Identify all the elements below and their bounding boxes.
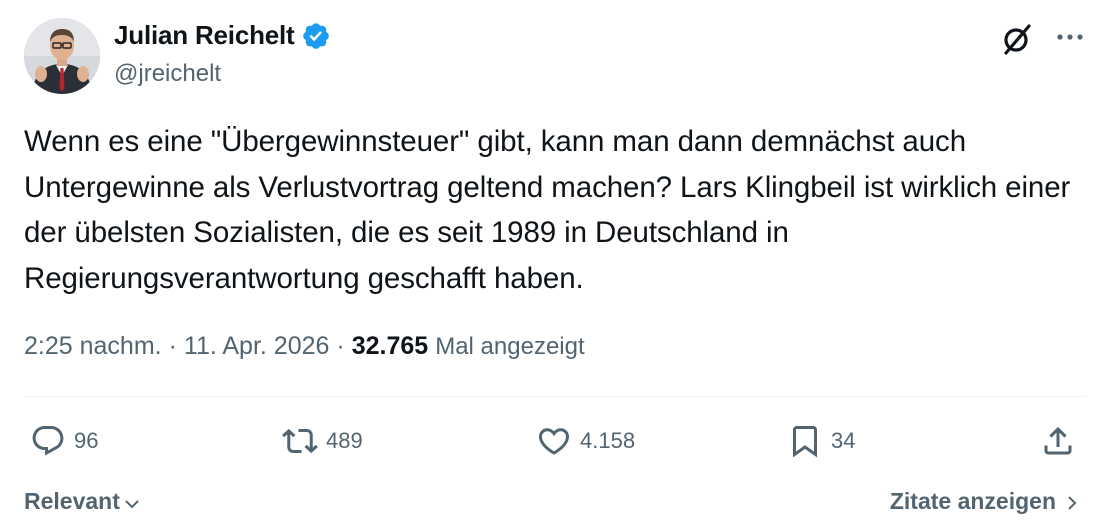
quotes-label: Zitate anzeigen [889, 488, 1056, 514]
divider [24, 396, 1086, 397]
repost-icon [282, 428, 318, 454]
tweet-date[interactable]: 11. Apr. 2026 [184, 332, 330, 361]
share-button[interactable] [1040, 423, 1076, 459]
tweet-card: Julian Reichelt @jreichelt Wenn es eine … [0, 0, 1106, 531]
like-button[interactable]: 4.158 [536, 423, 635, 459]
sort-relevant-dropdown[interactable]: Relevant [24, 488, 142, 515]
grok-slash-icon[interactable] [1000, 22, 1034, 56]
reply-icon [32, 426, 64, 456]
bookmark-button[interactable]: 34 [787, 423, 855, 459]
reply-count: 96 [74, 428, 99, 453]
sort-label: Relevant [24, 488, 120, 514]
reply-button[interactable]: 96 [30, 423, 98, 459]
views-count: 32.765 [351, 332, 429, 360]
like-count: 4.158 [580, 428, 636, 453]
verified-badge-icon[interactable] [301, 21, 331, 51]
meta-separator: · [168, 332, 177, 360]
author-display-name[interactable]: Julian Reichelt [114, 20, 295, 51]
repost-button[interactable]: 489 [282, 423, 363, 459]
views-label: Mal angezeigt [435, 333, 585, 360]
avatar[interactable] [24, 18, 100, 94]
meta-separator: · [336, 332, 345, 360]
share-icon [1044, 426, 1072, 455]
view-quotes-link[interactable]: Zitate anzeigen [890, 488, 1082, 515]
author-name-row: Julian Reichelt [114, 20, 331, 51]
tweet-time[interactable]: 2:25 nachm. [24, 332, 162, 361]
tweet-text: Wenn es eine "Übergewinnsteuer" gibt, ka… [24, 125, 1071, 295]
heart-icon [538, 428, 570, 455]
chevron-down-icon [125, 499, 139, 508]
author-handle[interactable]: @jreichelt [114, 60, 221, 88]
repost-count: 489 [326, 428, 363, 453]
bookmark-count: 34 [831, 428, 856, 453]
tweet-meta: 2:25 nachm. · 11. Apr. 2026 · 32.765 Mal… [24, 332, 585, 361]
more-horizontal-icon[interactable] [1053, 22, 1087, 52]
chevron-right-icon [1068, 495, 1077, 510]
bookmark-icon [793, 426, 817, 458]
